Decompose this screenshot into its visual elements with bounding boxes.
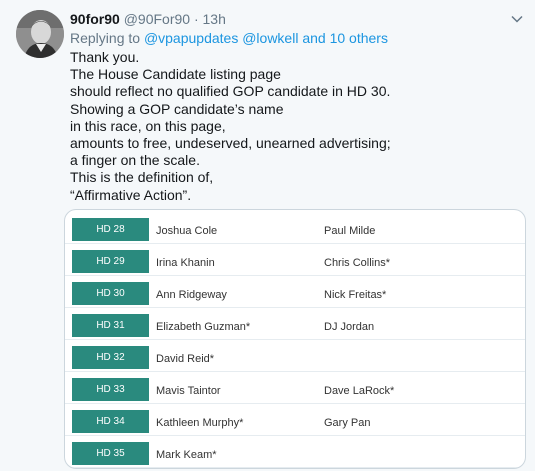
- reply-context: Replying to @vpapupdates @lowkell and 10…: [70, 29, 388, 47]
- table-row: HD 29 Irina Khanin Chris Collins*: [65, 243, 525, 276]
- district-badge: HD 29: [72, 250, 149, 273]
- district-badge: HD 28: [72, 218, 149, 241]
- candidate-name: Elizabeth Guzman*: [156, 321, 251, 333]
- candidate-name: DJ Jordan: [324, 321, 375, 333]
- district-badge: HD 31: [72, 314, 149, 337]
- district-badge: HD 33: [72, 378, 149, 401]
- candidate-name: Nick Freitas*: [324, 289, 387, 301]
- tweet-text-line: should reflect no qualified GOP candidat…: [70, 83, 391, 100]
- tweet-text-line: amounts to free, undeserved, unearned ad…: [70, 135, 391, 152]
- tweet: 90for90 @90For90 · 13h Replying to @vpap…: [0, 0, 535, 471]
- candidate-name: Paul Milde: [324, 225, 376, 237]
- candidate-name: David Reid*: [156, 353, 215, 365]
- district-badge: HD 30: [72, 282, 149, 305]
- tweet-text-line: “Affirmative Action”.: [70, 186, 192, 203]
- attached-image-candidate-table[interactable]: HD 28 Joshua Cole Paul Milde HD 29 Irina…: [64, 209, 526, 469]
- district-badge: HD 34: [72, 410, 149, 433]
- tweet-text-line: This is the definition of,: [70, 169, 214, 186]
- timestamp[interactable]: 13h: [203, 11, 226, 27]
- district-badge: HD 32: [72, 346, 149, 369]
- table-row: HD 30 Ann Ridgeway Nick Freitas*: [65, 275, 525, 308]
- candidate-name: Dave LaRock*: [324, 385, 395, 397]
- district-badge: HD 35: [72, 442, 149, 465]
- candidate-name: Mavis Taintor: [156, 385, 221, 397]
- display-name[interactable]: 90for90: [70, 11, 120, 27]
- user-handle[interactable]: @90For90: [124, 11, 190, 27]
- candidate-name: Chris Collins*: [324, 257, 391, 269]
- tweet-text-line: The House Candidate listing page: [70, 66, 281, 83]
- candidate-name: Mark Keam*: [156, 449, 217, 461]
- reply-users-link[interactable]: @vpapupdates @lowkell and 10 others: [144, 30, 388, 46]
- candidate-name: Ann Ridgeway: [156, 289, 227, 301]
- tweet-text-line: Showing a GOP candidate’s name: [70, 100, 284, 117]
- table-row: HD 28 Joshua Cole Paul Milde: [65, 211, 525, 244]
- tweet-text-line: a finger on the scale.: [70, 152, 200, 169]
- chevron-down-icon: [511, 15, 523, 23]
- candidate-name: Joshua Cole: [156, 225, 218, 237]
- tweet-header: 90for90 @90For90 · 13h: [70, 10, 226, 28]
- tweet-text-line: in this race, on this page,: [70, 117, 226, 134]
- table-row: HD 31 Elizabeth Guzman* DJ Jordan: [65, 307, 525, 340]
- tweet-menu-button[interactable]: [511, 12, 523, 24]
- candidate-name: Irina Khanin: [156, 257, 215, 269]
- candidate-name: Gary Pan: [324, 417, 371, 429]
- candidate-name: Kathleen Murphy*: [156, 417, 244, 429]
- table-row: HD 32 David Reid*: [65, 339, 525, 372]
- table-row: HD 33 Mavis Taintor Dave LaRock*: [65, 371, 525, 404]
- avatar[interactable]: [16, 10, 64, 58]
- tweet-text: Thank you. The House Candidate listing p…: [70, 49, 520, 204]
- separator-dot: ·: [193, 11, 199, 27]
- tweet-text-line: Thank you.: [70, 49, 140, 65]
- avatar-photo: [16, 10, 64, 58]
- table-row: HD 34 Kathleen Murphy* Gary Pan: [65, 403, 525, 436]
- table-row: HD 35 Mark Keam*: [65, 435, 525, 468]
- reply-prefix: Replying to: [70, 30, 141, 46]
